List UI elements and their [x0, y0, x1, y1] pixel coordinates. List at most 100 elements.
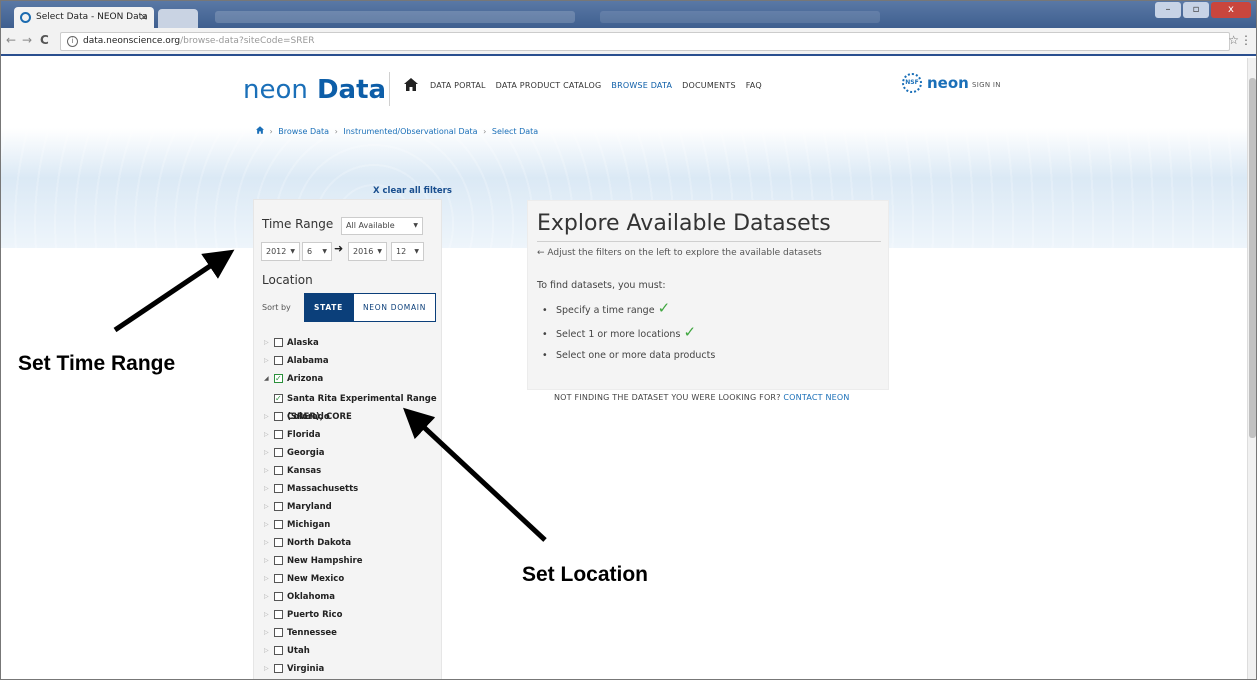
sort-by-label: Sort by — [262, 303, 291, 312]
nav-item-faq[interactable]: FAQ — [746, 81, 762, 90]
location-item-alabama[interactable]: ▷ Alabama — [262, 352, 437, 370]
page-scrollbar[interactable] — [1247, 58, 1257, 680]
location-item-arizona[interactable]: ◢ Arizona — [262, 370, 437, 388]
sign-in-link[interactable]: SIGN IN — [972, 81, 1001, 89]
bookmark-star-icon[interactable]: ☆ — [1228, 33, 1239, 47]
breadcrumb-instrumented[interactable]: Instrumented/Observational Data — [343, 127, 477, 136]
checkbox[interactable] — [274, 448, 283, 457]
location-item[interactable]: ▷ New Mexico — [262, 570, 437, 588]
breadcrumb-browse-data[interactable]: Browse Data — [278, 127, 329, 136]
location-item[interactable]: ▷ Michigan — [262, 516, 437, 534]
collapse-triangle-icon[interactable]: ◢ — [264, 370, 269, 388]
expand-triangle-icon[interactable]: ▷ — [264, 462, 269, 480]
expand-triangle-icon[interactable]: ▷ — [264, 660, 269, 678]
location-item[interactable]: ▷ Puerto Rico — [262, 606, 437, 624]
start-month-select[interactable]: 6 ▼ — [302, 242, 332, 261]
time-range-select[interactable]: All Available ▼ — [341, 217, 423, 235]
browser-tab-new[interactable] — [158, 9, 198, 28]
location-item[interactable]: ▷ Massachusetts — [262, 480, 437, 498]
location-item[interactable]: ▷ North Dakota — [262, 534, 437, 552]
location-item[interactable]: ▷ Kansas — [262, 462, 437, 480]
neon-data-logo[interactable]: neon Data — [243, 75, 386, 105]
reload-icon[interactable]: C — [40, 33, 49, 47]
breadcrumb-select-data[interactable]: Select Data — [492, 127, 538, 136]
expand-triangle-icon[interactable]: ▷ — [264, 444, 269, 462]
clear-all-filters-link[interactable]: X clear all filters — [373, 186, 452, 196]
site-item-srer[interactable]: Santa Rita Experimental Range (SRER), CO… — [262, 390, 437, 422]
minimize-button[interactable]: – — [1155, 2, 1181, 18]
checkbox[interactable] — [274, 610, 283, 619]
start-year-select[interactable]: 2012 ▼ — [261, 242, 300, 261]
back-icon[interactable]: ← — [6, 33, 16, 47]
location-item[interactable]: ▷ Florida — [262, 426, 437, 444]
expand-triangle-icon[interactable]: ▷ — [264, 588, 269, 606]
tab-close-icon[interactable]: × — [140, 7, 148, 28]
nav-item-documents[interactable]: DOCUMENTS — [682, 81, 736, 90]
scrollbar-thumb[interactable] — [1249, 78, 1256, 438]
end-month-select[interactable]: 12 ▼ — [391, 242, 424, 261]
home-icon[interactable] — [404, 78, 418, 95]
expand-triangle-icon[interactable]: ▷ — [264, 516, 269, 534]
expand-triangle-icon[interactable]: ▷ — [264, 480, 269, 498]
checkbox[interactable] — [274, 412, 283, 421]
sort-state-button[interactable]: STATE — [304, 293, 353, 322]
expand-triangle-icon[interactable]: ▷ — [264, 426, 269, 444]
browser-tab-active[interactable]: Select Data - NEON Data × — [14, 7, 154, 28]
location-item[interactable]: ▷ Oklahoma — [262, 588, 437, 606]
checkbox[interactable] — [274, 356, 283, 365]
info-icon[interactable]: i — [67, 36, 78, 47]
location-item-label: Massachusetts — [287, 484, 359, 494]
expand-triangle-icon[interactable]: ▷ — [264, 552, 269, 570]
expand-triangle-icon[interactable]: ▷ — [264, 606, 269, 624]
location-item-label: Utah — [287, 646, 310, 656]
expand-triangle-icon[interactable]: ▷ — [264, 570, 269, 588]
checkbox[interactable] — [274, 664, 283, 673]
location-item[interactable]: ▷ Tennessee — [262, 624, 437, 642]
checkbox[interactable] — [274, 628, 283, 637]
location-item[interactable]: ▷ Virginia — [262, 660, 437, 678]
nav-item-browse-data[interactable]: BROWSE DATA — [611, 81, 672, 90]
expand-triangle-icon[interactable]: ▷ — [264, 624, 269, 642]
location-item-label: Florida — [287, 430, 321, 440]
expand-triangle-icon[interactable]: ▷ — [264, 408, 269, 426]
checkbox[interactable] — [274, 502, 283, 511]
maximize-button[interactable]: ▫ — [1183, 2, 1209, 18]
checkbox[interactable] — [274, 520, 283, 529]
checkbox[interactable] — [274, 538, 283, 547]
nav-item-data-portal[interactable]: DATA PORTAL — [430, 81, 486, 90]
browser-menu-icon[interactable]: ⋮ — [1240, 33, 1252, 47]
divider — [537, 241, 881, 242]
expand-triangle-icon[interactable]: ▷ — [264, 352, 269, 370]
blurred-title-text-2 — [600, 11, 880, 23]
nav-item-data-product-catalog[interactable]: DATA PRODUCT CATALOG — [496, 81, 602, 90]
location-item[interactable]: ▷ Maryland — [262, 498, 437, 516]
checkbox[interactable] — [274, 430, 283, 439]
checkbox[interactable] — [274, 556, 283, 565]
checkbox-checked[interactable] — [274, 370, 283, 388]
contact-neon-link[interactable]: CONTACT NEON — [783, 393, 849, 402]
location-item[interactable]: ▷ Colorado — [262, 408, 437, 426]
neon-logo-small[interactable]: neon — [927, 74, 969, 92]
checkbox[interactable] — [274, 484, 283, 493]
address-bar: ← → C i data.neonscience.org/browse-data… — [0, 28, 1257, 56]
location-item[interactable]: ▷ Utah — [262, 642, 437, 660]
expand-triangle-icon[interactable]: ▷ — [264, 534, 269, 552]
end-year-select[interactable]: 2016 ▼ — [348, 242, 387, 261]
checkbox[interactable] — [274, 574, 283, 583]
checkbox[interactable] — [274, 466, 283, 475]
checkbox-checked[interactable] — [274, 390, 283, 408]
checkbox[interactable] — [274, 646, 283, 655]
close-window-button[interactable]: x — [1211, 2, 1251, 18]
forward-icon[interactable]: → — [22, 33, 32, 47]
location-item[interactable]: ▷ New Hampshire — [262, 552, 437, 570]
breadcrumb-home-icon[interactable] — [256, 126, 264, 134]
sort-neon-domain-button[interactable]: NEON DOMAIN — [353, 293, 436, 322]
url-input[interactable]: i data.neonscience.org/browse-data?siteC… — [60, 32, 1230, 51]
checkbox[interactable] — [274, 592, 283, 601]
expand-triangle-icon[interactable]: ▷ — [264, 334, 269, 352]
checkbox[interactable] — [274, 338, 283, 347]
location-item-alaska[interactable]: ▷ Alaska — [262, 334, 437, 352]
expand-triangle-icon[interactable]: ▷ — [264, 642, 269, 660]
location-item[interactable]: ▷ Georgia — [262, 444, 437, 462]
expand-triangle-icon[interactable]: ▷ — [264, 498, 269, 516]
